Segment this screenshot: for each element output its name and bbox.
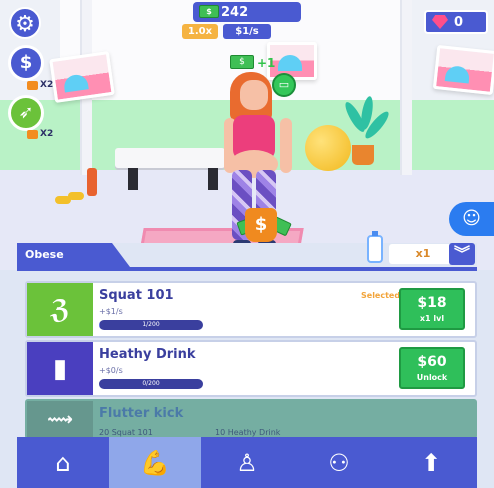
speed-boost-button[interactable]: ➶ (8, 95, 44, 131)
character-arm-right (280, 118, 292, 173)
ad-boost-badge: X2 (27, 80, 53, 90)
dumbbell-prop (68, 192, 84, 200)
panel-tab-corner (112, 243, 130, 267)
character-face (240, 80, 268, 110)
nav-home[interactable]: ⌂ (17, 437, 109, 488)
money-boost-button[interactable]: $ (8, 45, 44, 81)
plant-pot (352, 145, 374, 165)
wall-poster-right (432, 44, 494, 96)
home-icon: ⌂ (55, 448, 71, 477)
water-bottle-prop (87, 168, 97, 196)
tv-ad-icon (27, 80, 38, 90)
income-multiplier-badge: 1.0x (182, 24, 218, 39)
muscle-icon: 💪 (140, 448, 170, 477)
flutter-kick-icon: ⟿ (27, 401, 93, 437)
exercise-card-squat: ℨ Squat 101 +$1/s 1/200 Selected $18 x1 … (25, 281, 477, 338)
drink-bottle-icon: ▮ (27, 342, 93, 395)
exercise-income: +$0/s (99, 366, 123, 375)
ad-boost-badge: X2 (27, 129, 53, 139)
nav-exercises[interactable]: 💪 (109, 437, 201, 488)
exercise-title: Heathy Drink (99, 347, 196, 362)
price-label: $18 (417, 295, 447, 311)
exercise-title: Squat 101 (99, 288, 174, 303)
action-label: x1 lvl (419, 314, 445, 323)
exercise-title: Flutter kick (99, 406, 184, 421)
unlock-requirement: 10 Heathy Drink (215, 428, 281, 437)
trainer-icon: ♙ (236, 448, 258, 477)
running-man-icon: ➶ (18, 102, 34, 123)
cash-icon: $ (199, 5, 219, 18)
bench (115, 148, 225, 168)
upgrade-icon: ⬆ (420, 448, 442, 477)
profile-button[interactable]: ☺ (449, 202, 494, 236)
money-bag-icon: $ (19, 52, 33, 73)
money-value: 242 (221, 4, 249, 20)
floating-gain-text: +1 (257, 56, 276, 70)
bottom-nav: ⌂ 💪 ♙ ⚇ ⬆ (17, 437, 477, 488)
community-icon: ⚇ (328, 448, 350, 477)
nav-trainer[interactable]: ♙ (201, 437, 293, 488)
nav-upgrade[interactable]: ⬆ (385, 437, 477, 488)
pillar-right (400, 0, 412, 175)
wall-poster-left (49, 51, 115, 103)
gem-icon (432, 15, 448, 29)
treadmill-icon[interactable]: ▭ (272, 73, 296, 97)
floating-cash-icon: $ (230, 55, 254, 69)
money-counter: $ 242 (193, 2, 301, 22)
selected-label: Selected (361, 291, 401, 300)
buy-multiplier-toggle[interactable]: x1 (389, 244, 457, 264)
exercise-progress-bar: 1/200 (99, 320, 203, 330)
exercise-card-flutter-kick: ⟿ Flutter kick 20 Squat 101 10 Heathy Dr… (25, 399, 477, 439)
level-up-button[interactable]: $18 x1 lvl (399, 288, 465, 330)
settings-gear-icon[interactable]: ⚙ (9, 7, 41, 39)
bench-leg (128, 168, 138, 190)
panel-tab-title: Obese (17, 243, 112, 267)
squat-icon: ℨ (27, 283, 93, 336)
progress-text: 1/200 (142, 321, 160, 328)
yoga-ball (305, 125, 351, 171)
bench-leg (208, 168, 218, 190)
collapse-chevron-icon[interactable]: ︾ (449, 243, 475, 265)
price-label: $60 (417, 354, 447, 370)
progress-text: 0/200 (142, 380, 160, 387)
game-scene: $ $ +1 ▭ (0, 0, 494, 270)
panel-header-bar (17, 267, 477, 271)
money-bag-icon[interactable]: $ (245, 208, 277, 242)
gem-value: 0 (454, 14, 464, 30)
exercise-card-healthy-drink: ▮ Heathy Drink +$0/s 0/200 $60 Unlock (25, 340, 477, 397)
income-rate-badge: $1/s (223, 24, 271, 39)
user-icon: ☺ (462, 208, 481, 229)
water-bottle-icon (367, 231, 383, 263)
exercise-progress-bar: 0/200 (99, 379, 203, 389)
unlock-button[interactable]: $60 Unlock (399, 347, 465, 389)
exercise-income: +$1/s (99, 307, 123, 316)
gem-counter[interactable]: 0 (424, 10, 488, 34)
unlock-requirement: 20 Squat 101 (99, 428, 153, 437)
nav-community[interactable]: ⚇ (293, 437, 385, 488)
tv-ad-icon (27, 129, 38, 139)
action-label: Unlock (416, 373, 448, 382)
